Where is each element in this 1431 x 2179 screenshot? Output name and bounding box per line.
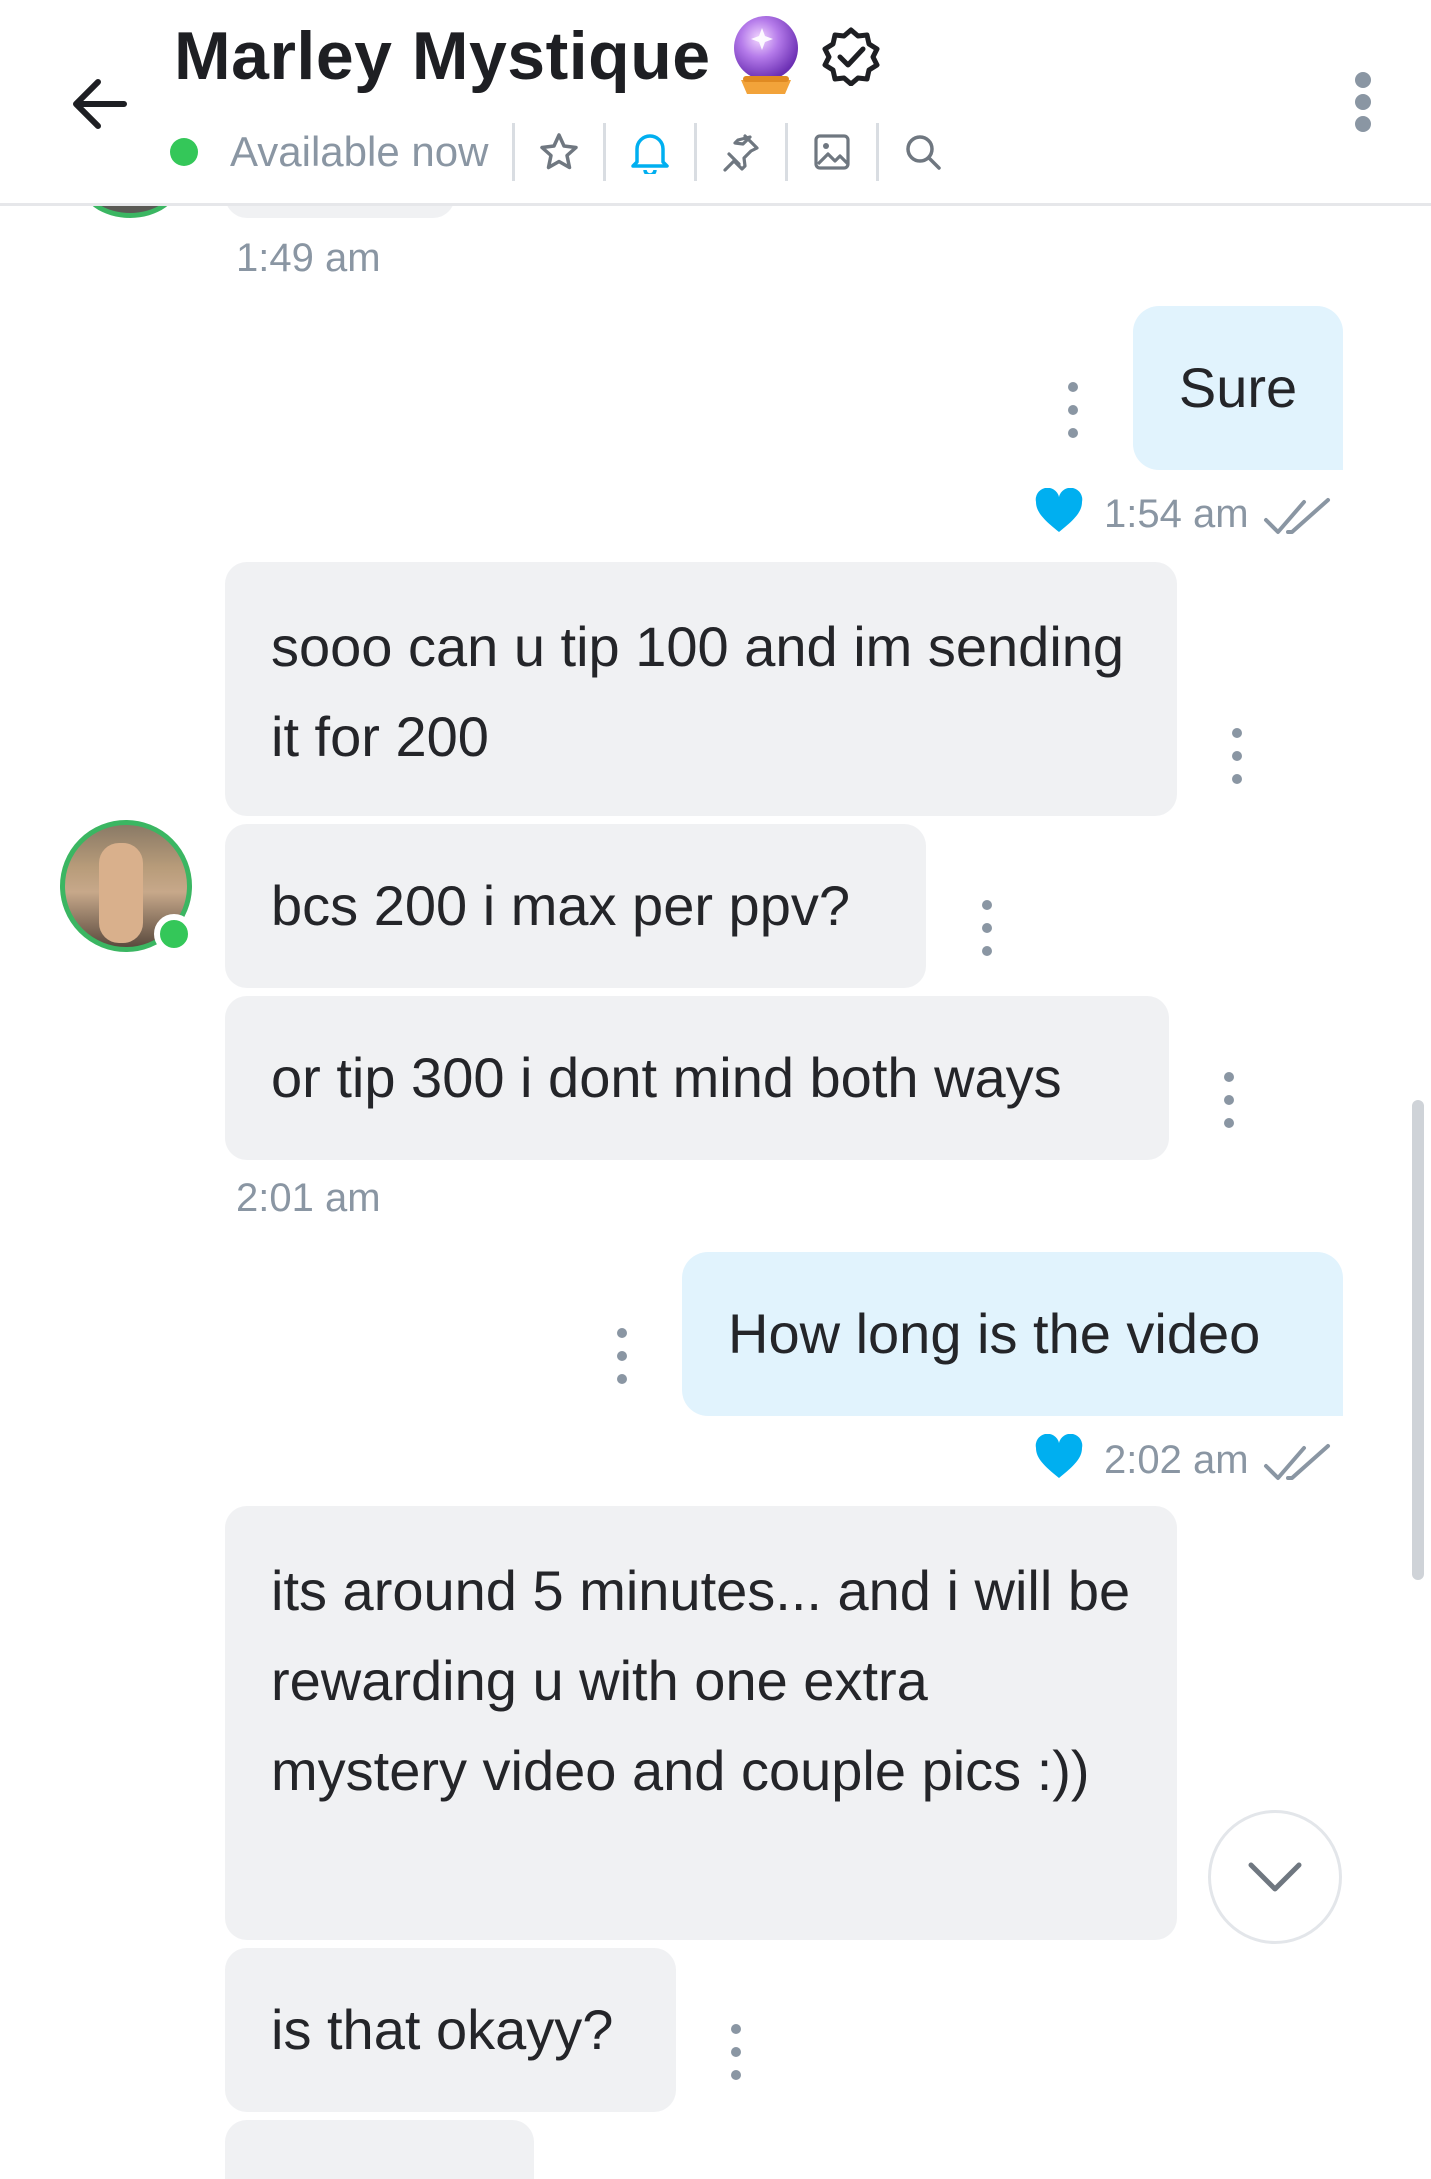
read-receipt-icon [1264, 1444, 1330, 1480]
heart-icon[interactable] [1034, 488, 1084, 534]
back-button[interactable] [60, 64, 140, 144]
image-icon [814, 134, 851, 170]
message-options-button[interactable] [612, 1328, 632, 1384]
message-bubble-incoming[interactable]: is that okayy? [225, 1948, 676, 2112]
star-button[interactable] [515, 122, 603, 182]
notifications-button[interactable] [606, 122, 694, 182]
message-options-button[interactable] [1219, 1072, 1239, 1128]
chevron-down-icon [1248, 1862, 1302, 1892]
message-bubble-outgoing[interactable]: How long is the video [682, 1252, 1343, 1416]
message-bubble-outgoing[interactable]: Sure [1133, 306, 1343, 470]
avatar-figure [99, 843, 143, 943]
heart-icon[interactable] [1034, 1434, 1084, 1480]
crystal-ball-emoji [729, 14, 803, 98]
media-button[interactable] [788, 122, 876, 182]
bell-icon [631, 134, 670, 174]
chat-title[interactable]: Marley Mystique [174, 17, 711, 95]
message-bubble-incoming[interactable]: or tip 300 i dont mind both ways [225, 996, 1169, 1160]
message-bubble-incoming[interactable]: bcs 200 i max per ppv? [225, 824, 926, 988]
verified-badge-icon [821, 26, 881, 87]
arrow-left-icon [73, 79, 127, 129]
message-timestamp: 2:01 am [236, 1176, 381, 1220]
pin-icon [723, 134, 760, 172]
message-bubble-clipped[interactable] [225, 2120, 534, 2179]
status-row: Available now [170, 122, 967, 182]
message-options-button[interactable] [726, 2024, 746, 2080]
message-bubble-incoming[interactable]: sooo can u tip 100 and im sending it for… [225, 562, 1177, 816]
status-text: Available now [230, 128, 489, 175]
read-receipt-icon [1264, 498, 1330, 534]
message-timestamp: 1:49 am [236, 236, 381, 280]
more-options-button[interactable] [1331, 62, 1395, 142]
star-icon [540, 133, 579, 170]
title-row: Marley Mystique [174, 14, 881, 98]
message-timestamp: 1:54 am [1104, 492, 1249, 536]
avatar-clipped [80, 206, 180, 218]
online-indicator [154, 914, 194, 954]
search-button[interactable] [879, 122, 967, 182]
chat-header: Marley Mystique Available now [0, 0, 1431, 206]
message-options-button[interactable] [977, 900, 997, 956]
pin-button[interactable] [697, 122, 785, 182]
message-options-button[interactable] [1063, 382, 1083, 438]
message-options-button[interactable] [1227, 728, 1247, 784]
online-indicator [170, 138, 198, 166]
kebab-dot [1355, 94, 1371, 110]
kebab-dot [1355, 72, 1371, 88]
message-timestamp: 2:02 am [1104, 1438, 1249, 1482]
message-bubble-clipped[interactable] [225, 206, 455, 218]
message-bubble-incoming[interactable]: its around 5 minutes... and i will be re… [225, 1506, 1177, 1940]
kebab-dot [1355, 116, 1371, 132]
scrollbar[interactable] [1412, 1100, 1424, 1580]
scroll-to-bottom-button[interactable] [1208, 1810, 1342, 1944]
search-icon [906, 135, 942, 170]
